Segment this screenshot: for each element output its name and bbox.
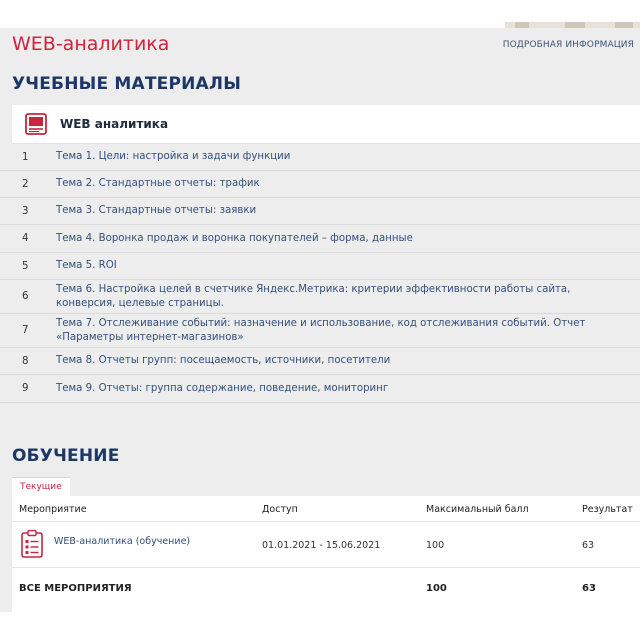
topic-row[interactable]: 7 Тема 7. Отслеживание событий: назначени… xyxy=(0,314,640,348)
topic-number: 6 xyxy=(22,291,29,302)
table-header-row: Мероприятие Доступ Максимальный балл Рез… xyxy=(12,496,640,522)
topic-link[interactable]: Тема 4. Воронка продаж и воронка покупат… xyxy=(56,232,640,246)
topic-number: 7 xyxy=(22,325,29,336)
book-icon xyxy=(25,113,47,135)
topic-number: 3 xyxy=(22,205,29,217)
total-label: ВСЕ МЕРОПРИЯТИЯ xyxy=(19,583,132,594)
topic-row[interactable]: 5 Тема 5. ROI xyxy=(0,253,640,280)
topic-number: 5 xyxy=(22,260,29,272)
topic-link[interactable]: Тема 9. Отчеты: группа содержание, повед… xyxy=(56,382,640,396)
materials-section-title: УЧЕБНЫЕ МАТЕРИАЛЫ xyxy=(12,74,242,94)
topic-row[interactable]: 9 Тема 9. Отчеты: группа содержание, пове… xyxy=(0,375,640,403)
topic-number: 9 xyxy=(22,383,29,394)
topic-link[interactable]: Тема 6. Настройка целей в счетчике Яндек… xyxy=(56,283,640,311)
topic-number: 4 xyxy=(22,233,29,244)
topic-link[interactable]: Тема 3. Стандартные отчеты: заявки xyxy=(56,204,640,218)
topics-list: 1 Тема 1. Цели: настройка и задачи функци… xyxy=(0,144,640,403)
topic-row[interactable]: 8 Тема 8. Отчеты групп: посещаемость, ист… xyxy=(0,348,640,375)
page-content: WEB-аналитика ПОДРОБНАЯ ИНФОРМАЦИЯ УЧЕБН… xyxy=(0,28,640,612)
topic-number: 1 xyxy=(22,151,29,163)
column-header-result: Результат xyxy=(582,504,633,515)
checklist-icon xyxy=(21,530,43,558)
materials-card-title: WEB аналитика xyxy=(60,117,169,131)
training-section-title: ОБУЧЕНИЕ xyxy=(12,446,120,466)
total-result: 63 xyxy=(582,583,596,594)
topic-link[interactable]: Тема 7. Отслеживание событий: назначение… xyxy=(56,317,640,345)
topic-row[interactable]: 6 Тема 6. Настройка целей в счетчике Янде… xyxy=(0,280,640,314)
topic-link[interactable]: Тема 5. ROI xyxy=(56,259,640,273)
materials-card-header[interactable]: WEB аналитика xyxy=(12,105,640,144)
table-row: WEB-аналитика (обучение) 01.01.2021 - 15… xyxy=(12,522,640,568)
topic-row[interactable]: 2 Тема 2. Стандартные отчеты: трафик xyxy=(0,171,640,198)
tab-current[interactable]: Текущие xyxy=(12,477,70,496)
event-access-dates: 01.01.2021 - 15.06.2021 xyxy=(262,540,381,551)
event-max-score: 100 xyxy=(426,540,445,551)
page-title: WEB-аналитика xyxy=(12,33,170,55)
column-header-event: Мероприятие xyxy=(19,504,87,515)
topic-link[interactable]: Тема 1. Цели: настройка и задачи функции xyxy=(56,150,640,164)
column-header-max-score: Максимальный балл xyxy=(426,504,529,515)
table-total-row: ВСЕ МЕРОПРИЯТИЯ 100 63 xyxy=(12,568,640,612)
materials-card: WEB аналитика 1 Тема 1. Цели: настройка и… xyxy=(0,105,640,403)
topic-row[interactable]: 1 Тема 1. Цели: настройка и задачи функци… xyxy=(0,144,640,171)
topic-row[interactable]: 4 Тема 4. Воронка продаж и воронка покупа… xyxy=(0,225,640,253)
more-info-link[interactable]: ПОДРОБНАЯ ИНФОРМАЦИЯ xyxy=(503,40,634,50)
event-result: 63 xyxy=(582,540,595,551)
topic-number: 2 xyxy=(22,178,29,190)
column-header-access: Доступ xyxy=(262,504,298,515)
event-link[interactable]: WEB-аналитика (обучение) xyxy=(54,536,190,547)
training-table: Мероприятие Доступ Максимальный балл Рез… xyxy=(12,496,640,612)
total-max-score: 100 xyxy=(426,583,447,594)
topic-number: 8 xyxy=(22,355,29,367)
topic-link[interactable]: Тема 2. Стандартные отчеты: трафик xyxy=(56,177,640,191)
topic-link[interactable]: Тема 8. Отчеты групп: посещаемость, исто… xyxy=(56,354,640,368)
topic-row[interactable]: 3 Тема 3. Стандартные отчеты: заявки xyxy=(0,198,640,225)
